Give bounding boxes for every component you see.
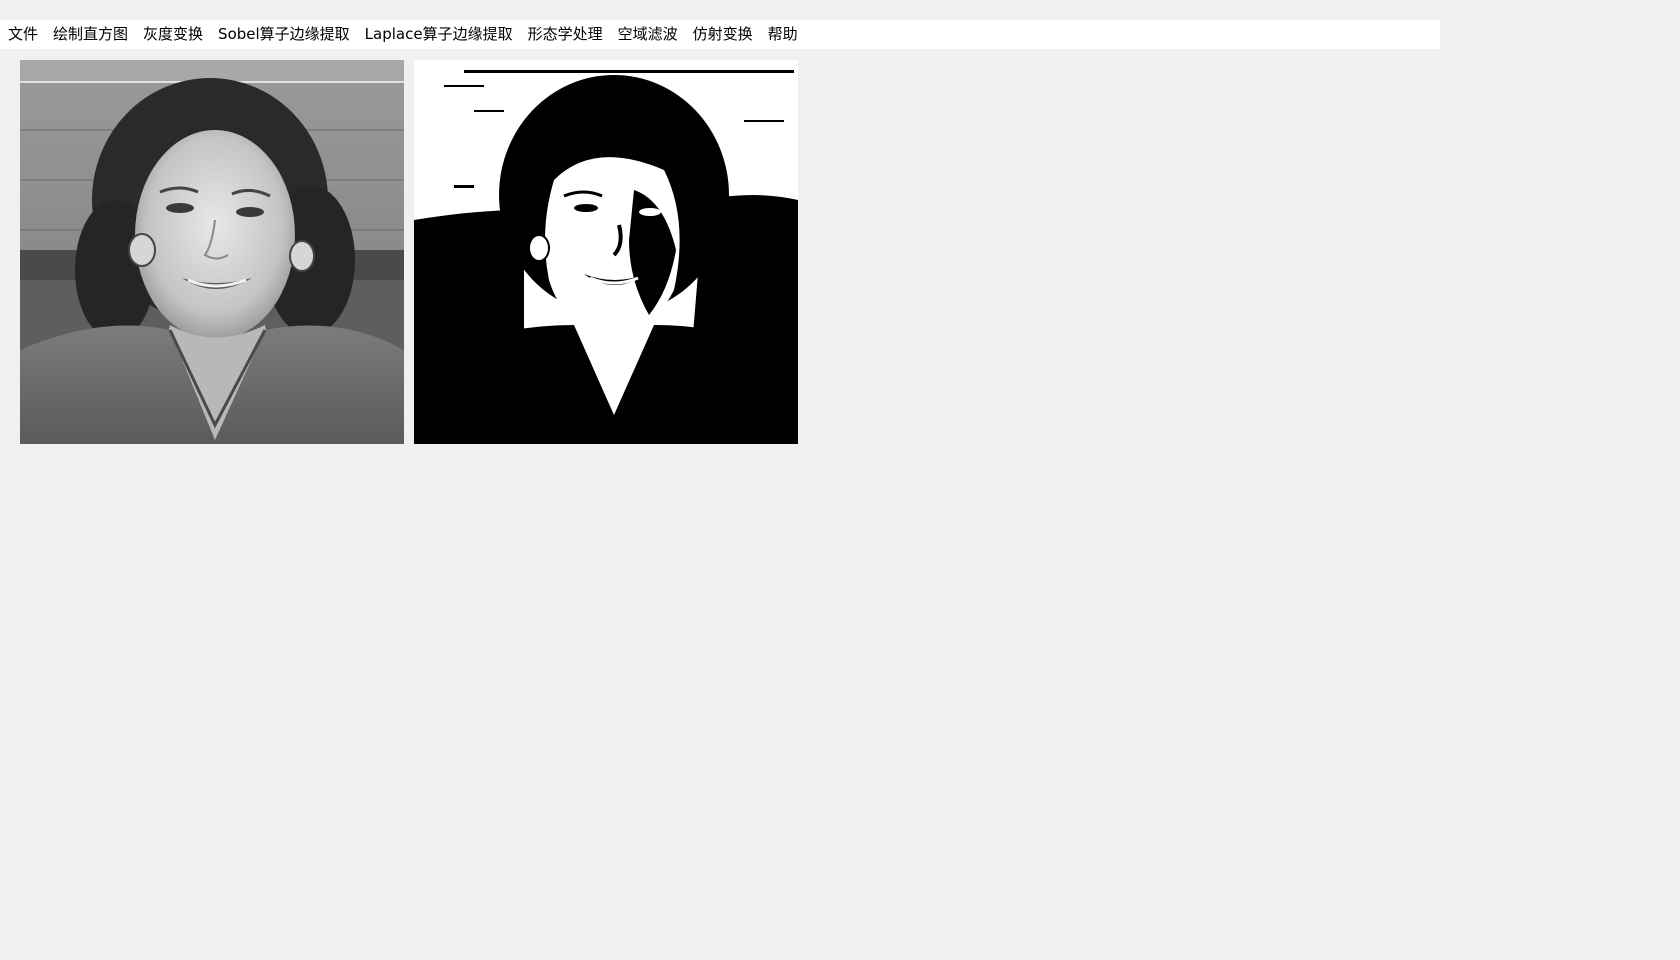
app-window: 文件 绘制直方图 灰度变换 Sobel算子边缘提取 Laplace算子边缘提取 … [0, 0, 1680, 960]
menu-spatial-filter[interactable]: 空域滤波 [610, 20, 685, 49]
menu-gray-transform[interactable]: 灰度变换 [135, 20, 210, 49]
menu-histogram[interactable]: 绘制直方图 [45, 20, 135, 49]
original-image [20, 60, 404, 444]
menu-affine-transform[interactable]: 仿射变换 [685, 20, 760, 49]
menu-morphology[interactable]: 形态学处理 [520, 20, 610, 49]
menu-laplace-edge[interactable]: Laplace算子边缘提取 [357, 20, 520, 49]
resize-grip-icon[interactable] [1672, 952, 1680, 960]
binarized-portrait-image [414, 60, 798, 444]
menu-sobel-edge[interactable]: Sobel算子边缘提取 [210, 20, 357, 49]
menu-file[interactable]: 文件 [0, 20, 45, 49]
menu-help[interactable]: 帮助 [760, 20, 805, 49]
menu-bar: 文件 绘制直方图 灰度变换 Sobel算子边缘提取 Laplace算子边缘提取 … [0, 20, 1440, 49]
grayscale-portrait-image [20, 60, 404, 444]
processed-image [414, 60, 798, 444]
